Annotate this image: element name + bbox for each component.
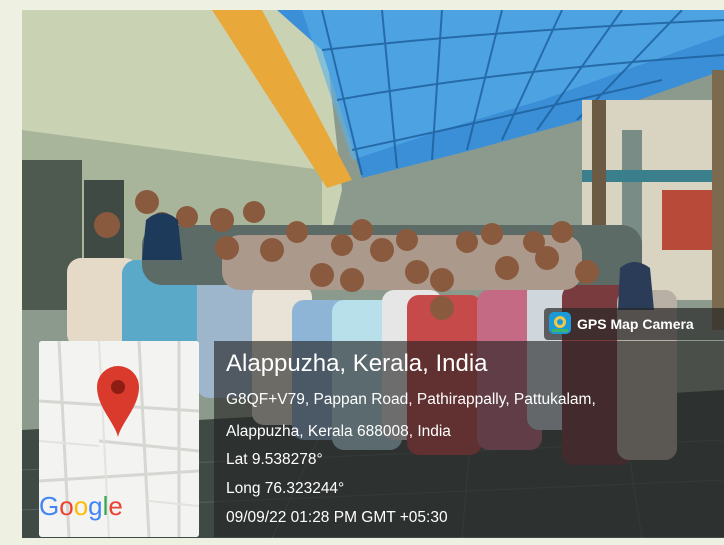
- timestamp-text: 09/09/22 01:28 PM GMT +05:30: [226, 509, 448, 526]
- location-title: Alappuzha, Kerala, India: [226, 350, 488, 377]
- gps-camera-icon: [549, 312, 571, 334]
- latitude-text: Lat 9.538278°: [226, 451, 323, 468]
- map-thumbnail: Google: [39, 341, 199, 537]
- address-line-2: Alappuzha, Kerala 688008, India: [226, 423, 451, 440]
- google-logo: Google: [39, 491, 123, 521]
- address-line-1: G8QF+V79, Pappan Road, Pathirappally, Pa…: [226, 391, 596, 408]
- longitude-text: Long 76.323244°: [226, 480, 345, 497]
- map-pin-icon: [97, 366, 139, 437]
- gps-badge-label: GPS Map Camera: [577, 316, 694, 332]
